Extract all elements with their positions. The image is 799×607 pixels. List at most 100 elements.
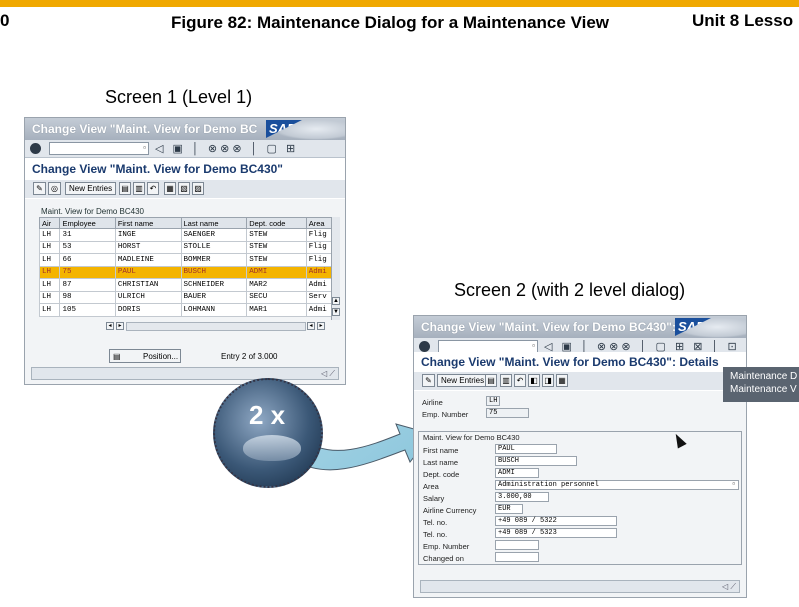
field-input[interactable]: +49 089 / 5323 [495,528,617,538]
column-header-last-name[interactable]: Last name [180,217,248,229]
cell-employee[interactable]: 75 [59,265,116,279]
field-input[interactable]: EUR [495,504,523,514]
field-input[interactable] [495,552,539,562]
cell-airline[interactable]: LH [38,253,61,267]
scroll-down-icon[interactable]: ▼ [332,308,340,316]
cell-last-name[interactable]: SAENGER [180,228,248,242]
airline-field[interactable]: LH [486,396,500,406]
system-toolbar-icons[interactable]: ◁ ▣ │ ⊗⊗⊗ │ ▢ ⊞ [155,142,298,155]
cell-dept-code[interactable]: SECU [246,290,307,304]
table-vertical-scrollbar[interactable]: ▲ ▼ [331,217,340,320]
table-row[interactable]: LH 75 PAUL BUSCH ADMI Admi [38,265,341,279]
cell-dept-code[interactable]: STEW [246,253,307,267]
cell-airline[interactable]: LH [38,228,61,242]
table-row[interactable]: LH 31 INGE SAENGER STEW Flig [38,228,341,242]
cell-employee[interactable]: 66 [59,253,116,267]
cell-last-name[interactable]: BUSCH [180,265,248,279]
glasses-icon[interactable]: ◎ [48,182,61,195]
cell-dept-code[interactable]: MAR1 [246,303,307,317]
field-input[interactable]: 3.000,00 [495,492,549,502]
field-input[interactable]: BUSCH [495,456,577,466]
field-input[interactable] [495,540,539,550]
cell-first-name[interactable]: INGE [114,228,182,242]
enter-icon[interactable] [30,143,41,154]
undo-icon[interactable]: ↶ [514,374,526,387]
delete-icon[interactable]: ▥ [133,182,145,195]
field-input[interactable]: Administration personnel ▫ [495,480,739,490]
table-row[interactable]: LH 87 CHRISTIAN SCHNEIDER MAR2 Admi [38,278,341,292]
field-input[interactable]: ADMI [495,468,539,478]
delete-icon[interactable]: ▥ [500,374,512,387]
display-change-icon[interactable]: ✎ [33,182,46,195]
deselect-all-icon[interactable]: ▨ [192,182,204,195]
cell-employee[interactable]: 98 [59,290,116,304]
display-change-icon[interactable]: ✎ [422,374,435,387]
cell-employee[interactable]: 31 [59,228,116,242]
scroll-left-icon[interactable]: ◂ [106,322,114,330]
new-entries-button[interactable]: New Entries [437,374,489,387]
previous-entry-icon[interactable]: ◧ [528,374,540,387]
dropdown-icon[interactable]: ▫ [143,143,146,152]
scroll-right-icon[interactable]: ▸ [116,322,124,330]
table-row[interactable]: LH 105 DORIS LOHMANN MAR1 Admi [38,303,341,317]
cell-employee[interactable]: 105 [59,303,116,317]
cell-airline[interactable]: LH [38,303,61,317]
scroll-right-end-icon[interactable]: ▸ [317,322,325,330]
select-block-icon[interactable]: ▧ [178,182,190,195]
table-row[interactable]: LH 98 ULRICH BAUER SECU Serv [38,290,341,304]
table-caption: Maint. View for Demo BC430 [41,207,145,216]
screen1-application-toolbar: ✎ ◎ New Entries ▤ ▥ ↶ ▦ ▧ ▨ [25,180,345,198]
cell-first-name[interactable]: HORST [114,240,182,254]
resize-grip-icon[interactable]: ◁ ⟋ [722,582,736,592]
emp-number-field[interactable]: 75 [486,408,529,418]
select-all-icon[interactable]: ▦ [164,182,176,195]
screen1-content: Maint. View for Demo BC430 Air Employee … [25,199,345,384]
dropdown-icon[interactable]: ▫ [532,341,535,350]
dropdown-icon[interactable]: ▫ [731,481,736,489]
cell-last-name[interactable]: BOMMER [180,253,248,267]
cell-first-name[interactable]: MADLEINE [114,253,182,267]
cell-employee[interactable]: 87 [59,278,116,292]
cell-dept-code[interactable]: MAR2 [246,278,307,292]
table-horizontal-scrollbar[interactable] [126,322,306,331]
tooltip: Maintenance D Maintenance V [723,367,799,402]
new-entries-button[interactable]: New Entries [65,182,117,195]
cell-first-name[interactable]: CHRISTIAN [114,278,182,292]
cell-dept-code[interactable]: ADMI [246,265,307,279]
other-entry-icon[interactable]: ▦ [556,374,568,387]
entries-table: Air Employee First name Last name Dept. … [38,217,341,317]
field-input[interactable]: +49 089 / 5322 [495,516,617,526]
copy-icon[interactable]: ▤ [119,182,131,195]
cell-first-name[interactable]: ULRICH [114,290,182,304]
undo-icon[interactable]: ↶ [147,182,159,195]
cell-last-name[interactable]: BAUER [180,290,248,304]
column-header-airline[interactable]: Air [38,217,61,229]
copy-icon[interactable]: ▤ [485,374,497,387]
field-label: First name [423,446,459,455]
cell-last-name[interactable]: LOHMANN [180,303,248,317]
cell-last-name[interactable]: STOLLE [180,240,248,254]
cell-airline[interactable]: LH [38,265,61,279]
cell-dept-code[interactable]: STEW [246,240,307,254]
resize-grip-icon[interactable]: ◁ ⟋ [321,369,335,379]
cell-employee[interactable]: 53 [59,240,116,254]
column-header-employee[interactable]: Employee [59,217,116,229]
cell-first-name[interactable]: DORIS [114,303,182,317]
cell-dept-code[interactable]: STEW [246,228,307,242]
column-header-first-name[interactable]: First name [114,217,182,229]
field-input[interactable]: PAUL [495,444,557,454]
column-header-dept-code[interactable]: Dept. code [246,217,307,229]
scroll-left-end-icon[interactable]: ◂ [307,322,315,330]
enter-icon[interactable] [419,341,430,352]
cell-first-name[interactable]: PAUL [114,265,182,279]
cell-last-name[interactable]: SCHNEIDER [180,278,248,292]
position-button[interactable]: ▤ Position... [109,349,181,363]
cell-airline[interactable]: LH [38,278,61,292]
next-entry-icon[interactable]: ◨ [542,374,554,387]
table-row[interactable]: LH 53 HORST STOLLE STEW Flig [38,240,341,254]
command-field[interactable]: ▫ [49,142,149,155]
table-row[interactable]: LH 66 MADLEINE BOMMER STEW Flig [38,253,341,267]
cell-airline[interactable]: LH [38,240,61,254]
scroll-up-icon[interactable]: ▲ [332,297,340,305]
cell-airline[interactable]: LH [38,290,61,304]
